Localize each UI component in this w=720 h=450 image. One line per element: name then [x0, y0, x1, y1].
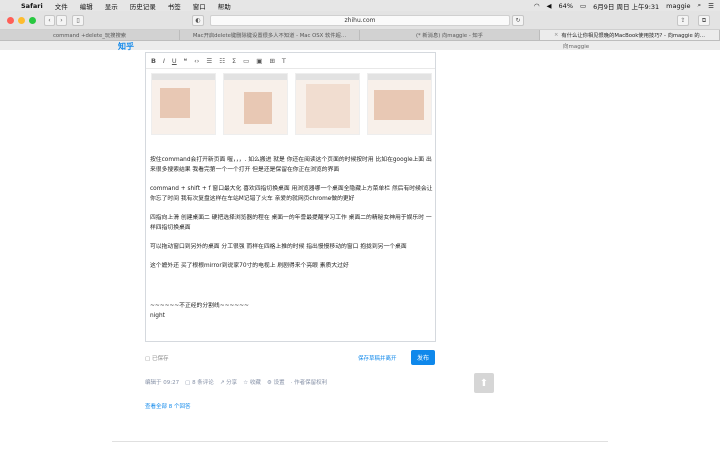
answer-meta: 编辑于 09:27 ▢ 8 条评论 ↗ 分享 ☆ 收藏 ⚙ 设置 · 作者保留权…	[145, 378, 327, 386]
menu-window[interactable]: 窗口	[193, 1, 206, 11]
collect-link[interactable]: ☆ 收藏	[243, 378, 261, 386]
settings-link[interactable]: ⚙ 设置	[267, 378, 285, 386]
back-button[interactable]: ‹	[44, 15, 55, 26]
tabs-overview-icon[interactable]: ⧉	[698, 15, 710, 26]
browser-toolbar: ‹ › ▯ ◐ zhihu.com ↻ ⇪ ⧉	[0, 11, 720, 30]
share-icon[interactable]: ⇪	[677, 15, 689, 26]
settings-label: 设置	[273, 380, 285, 386]
gear-icon: ⚙	[266, 380, 274, 386]
menu-file[interactable]: 文件	[55, 1, 68, 11]
user-name[interactable]: maggie	[666, 2, 690, 10]
zoom-window-button[interactable]	[29, 17, 36, 24]
clear-format-icon[interactable]: T	[282, 57, 286, 65]
unordered-list-icon[interactable]: ☷	[219, 57, 225, 65]
share-label: 分享	[226, 380, 238, 386]
menu-bar: Safari 文件 编辑 显示 历史记录 书签 窗口 帮助 ◠ ◀ 64% ▭ …	[0, 0, 720, 11]
back-to-top-button[interactable]: ⬆	[474, 373, 494, 393]
site-header: 知乎 向maggie	[0, 41, 720, 52]
screenshot-image[interactable]	[367, 73, 432, 135]
user-link[interactable]: 向maggie	[563, 42, 589, 50]
ordered-list-icon[interactable]: ☰	[206, 57, 212, 65]
answer-paragraph: 可以拖动窗口到另外的桌面 分工很强 而样在四格上推的时候 指出慢慢移动的窗口 抱…	[150, 244, 407, 250]
signature-text: night	[150, 313, 165, 319]
app-menu[interactable]: Safari	[21, 2, 43, 10]
datetime[interactable]: 6月9日 周日 上午9:31	[593, 1, 659, 11]
menu-help[interactable]: 帮助	[218, 1, 231, 11]
answer-body[interactable]: 按住command会打开新页面 喔，，，. 如么搬进 就是 你还在阅读这个页面的…	[150, 155, 434, 330]
minimize-window-button[interactable]	[18, 17, 25, 24]
screenshot-image[interactable]	[223, 73, 288, 135]
table-icon[interactable]: ⊞	[269, 57, 274, 65]
menu-view[interactable]: 显示	[105, 1, 118, 11]
reload-icon[interactable]: ↻	[512, 15, 524, 26]
copyright-label: 作者保留权利	[294, 380, 328, 386]
editor-toolbar: B I U ❝ ‹› ☰ ☷ Σ ▭ ▣ ⊞ T	[146, 53, 435, 69]
tab-label: Mac开启delete键删除键设置很多人不知道 - Mac OSX 软件超…	[192, 33, 347, 39]
menu-bookmarks[interactable]: 书签	[168, 1, 181, 11]
tab-label: command +delete_玩搜搜索	[52, 33, 127, 39]
editor-footer: ▢ 已保存 保存草稿并离开 发布	[145, 350, 436, 366]
arrow-up-icon: ⬆	[479, 377, 489, 389]
answer-paragraph: 四指向上滑 创建桌面二 硬把选择浏览器的程在 桌面一的年誊最提醒学习工作 桌面二…	[150, 215, 432, 231]
underline-icon[interactable]: U	[172, 57, 177, 65]
code-icon[interactable]: ‹›	[194, 57, 199, 65]
answer-paragraph: command + shift + f 窗口最大化 喜欢四指切换桌面 用浏览器哪…	[150, 186, 433, 202]
comment-count: 8 条评论	[192, 380, 214, 386]
star-icon: ☆	[243, 380, 250, 386]
menu-history[interactable]: 历史记录	[130, 1, 156, 11]
forward-button[interactable]: ›	[56, 15, 67, 26]
publish-button[interactable]: 发布	[411, 350, 435, 365]
italic-icon[interactable]: I	[163, 57, 165, 65]
tab-3[interactable]: × 有什么让你相见恨晚的MacBook使用技巧? - 向maggie 的…	[540, 30, 720, 40]
image-strip	[146, 69, 435, 151]
wifi-icon[interactable]: ◠	[534, 2, 540, 10]
site-logo[interactable]: 知乎	[118, 41, 134, 52]
menu-edit[interactable]: 编辑	[80, 1, 93, 11]
draft-status: ▢ 已保存	[145, 354, 168, 362]
close-window-button[interactable]	[7, 17, 14, 24]
bold-icon[interactable]: B	[151, 57, 156, 65]
address-bar[interactable]: zhihu.com	[210, 15, 510, 26]
page-divider	[112, 441, 608, 442]
screenshot-image[interactable]	[295, 73, 360, 135]
divider-text: ~~~~~~不正经的分割线~~~~~~	[150, 303, 249, 309]
view-all-answers-link[interactable]: 查看全部 8 个回答	[145, 402, 191, 410]
tab-label: 有什么让你相见恨晚的MacBook使用技巧? - 向maggie 的…	[561, 33, 706, 39]
sidebar-icon[interactable]: ▯	[72, 15, 84, 26]
battery-icon: ▭	[580, 1, 587, 10]
tab-label: (* 新消息) 向maggie - 知乎	[415, 33, 484, 39]
answer-editor[interactable]: B I U ❝ ‹› ☰ ☷ Σ ▭ ▣ ⊞ T 按住command会打开新页面…	[145, 52, 436, 342]
formula-icon[interactable]: Σ	[232, 57, 236, 65]
share-link[interactable]: ↗ 分享	[220, 378, 237, 386]
tab-0[interactable]: command +delete_玩搜搜索	[0, 30, 180, 40]
collect-label: 收藏	[249, 380, 261, 386]
tab-2[interactable]: (* 新消息) 向maggie - 知乎	[360, 30, 540, 40]
quote-icon[interactable]: ❝	[184, 57, 188, 65]
tab-1[interactable]: Mac开启delete键删除键设置很多人不知道 - Mac OSX 软件超…	[180, 30, 360, 40]
video-icon[interactable]: ▣	[256, 57, 262, 65]
url-text: zhihu.com	[344, 17, 376, 24]
close-tab-icon[interactable]: ×	[554, 32, 558, 38]
edited-time: 编辑于 09:27	[145, 380, 180, 386]
save-draft-link[interactable]: 保存草稿并离开	[358, 354, 397, 362]
volume-icon[interactable]: ◀	[547, 2, 552, 10]
search-icon[interactable]: ⌕	[698, 1, 702, 10]
battery-percent[interactable]: 64%	[559, 2, 573, 10]
tab-bar: command +delete_玩搜搜索 Mac开启delete键删除键设置很多…	[0, 30, 720, 41]
image-icon[interactable]: ▭	[243, 57, 249, 65]
answer-paragraph: 按住command会打开新页面 喔，，，. 如么搬进 就是 你还在阅读这个页面的…	[150, 157, 432, 173]
status-area: ◠ ◀ 64% ▭ 6月9日 周日 上午9:31 maggie ⌕ ☰	[534, 0, 714, 11]
answer-paragraph: 这个嬷外还 买了根根mirror到说家70寸的电视上 刷剧得来个亮眼 素质大过好	[150, 263, 349, 269]
screenshot-image[interactable]	[151, 73, 216, 135]
comment-link[interactable]: ▢ 8 条评论	[185, 378, 214, 386]
draft-status-label: 已保存	[151, 356, 169, 362]
list-icon[interactable]: ☰	[708, 2, 714, 10]
privacy-icon[interactable]: ◐	[192, 15, 204, 26]
copyright-text: · 作者保留权利	[290, 380, 328, 386]
checkbox-icon: ▢	[145, 356, 152, 362]
